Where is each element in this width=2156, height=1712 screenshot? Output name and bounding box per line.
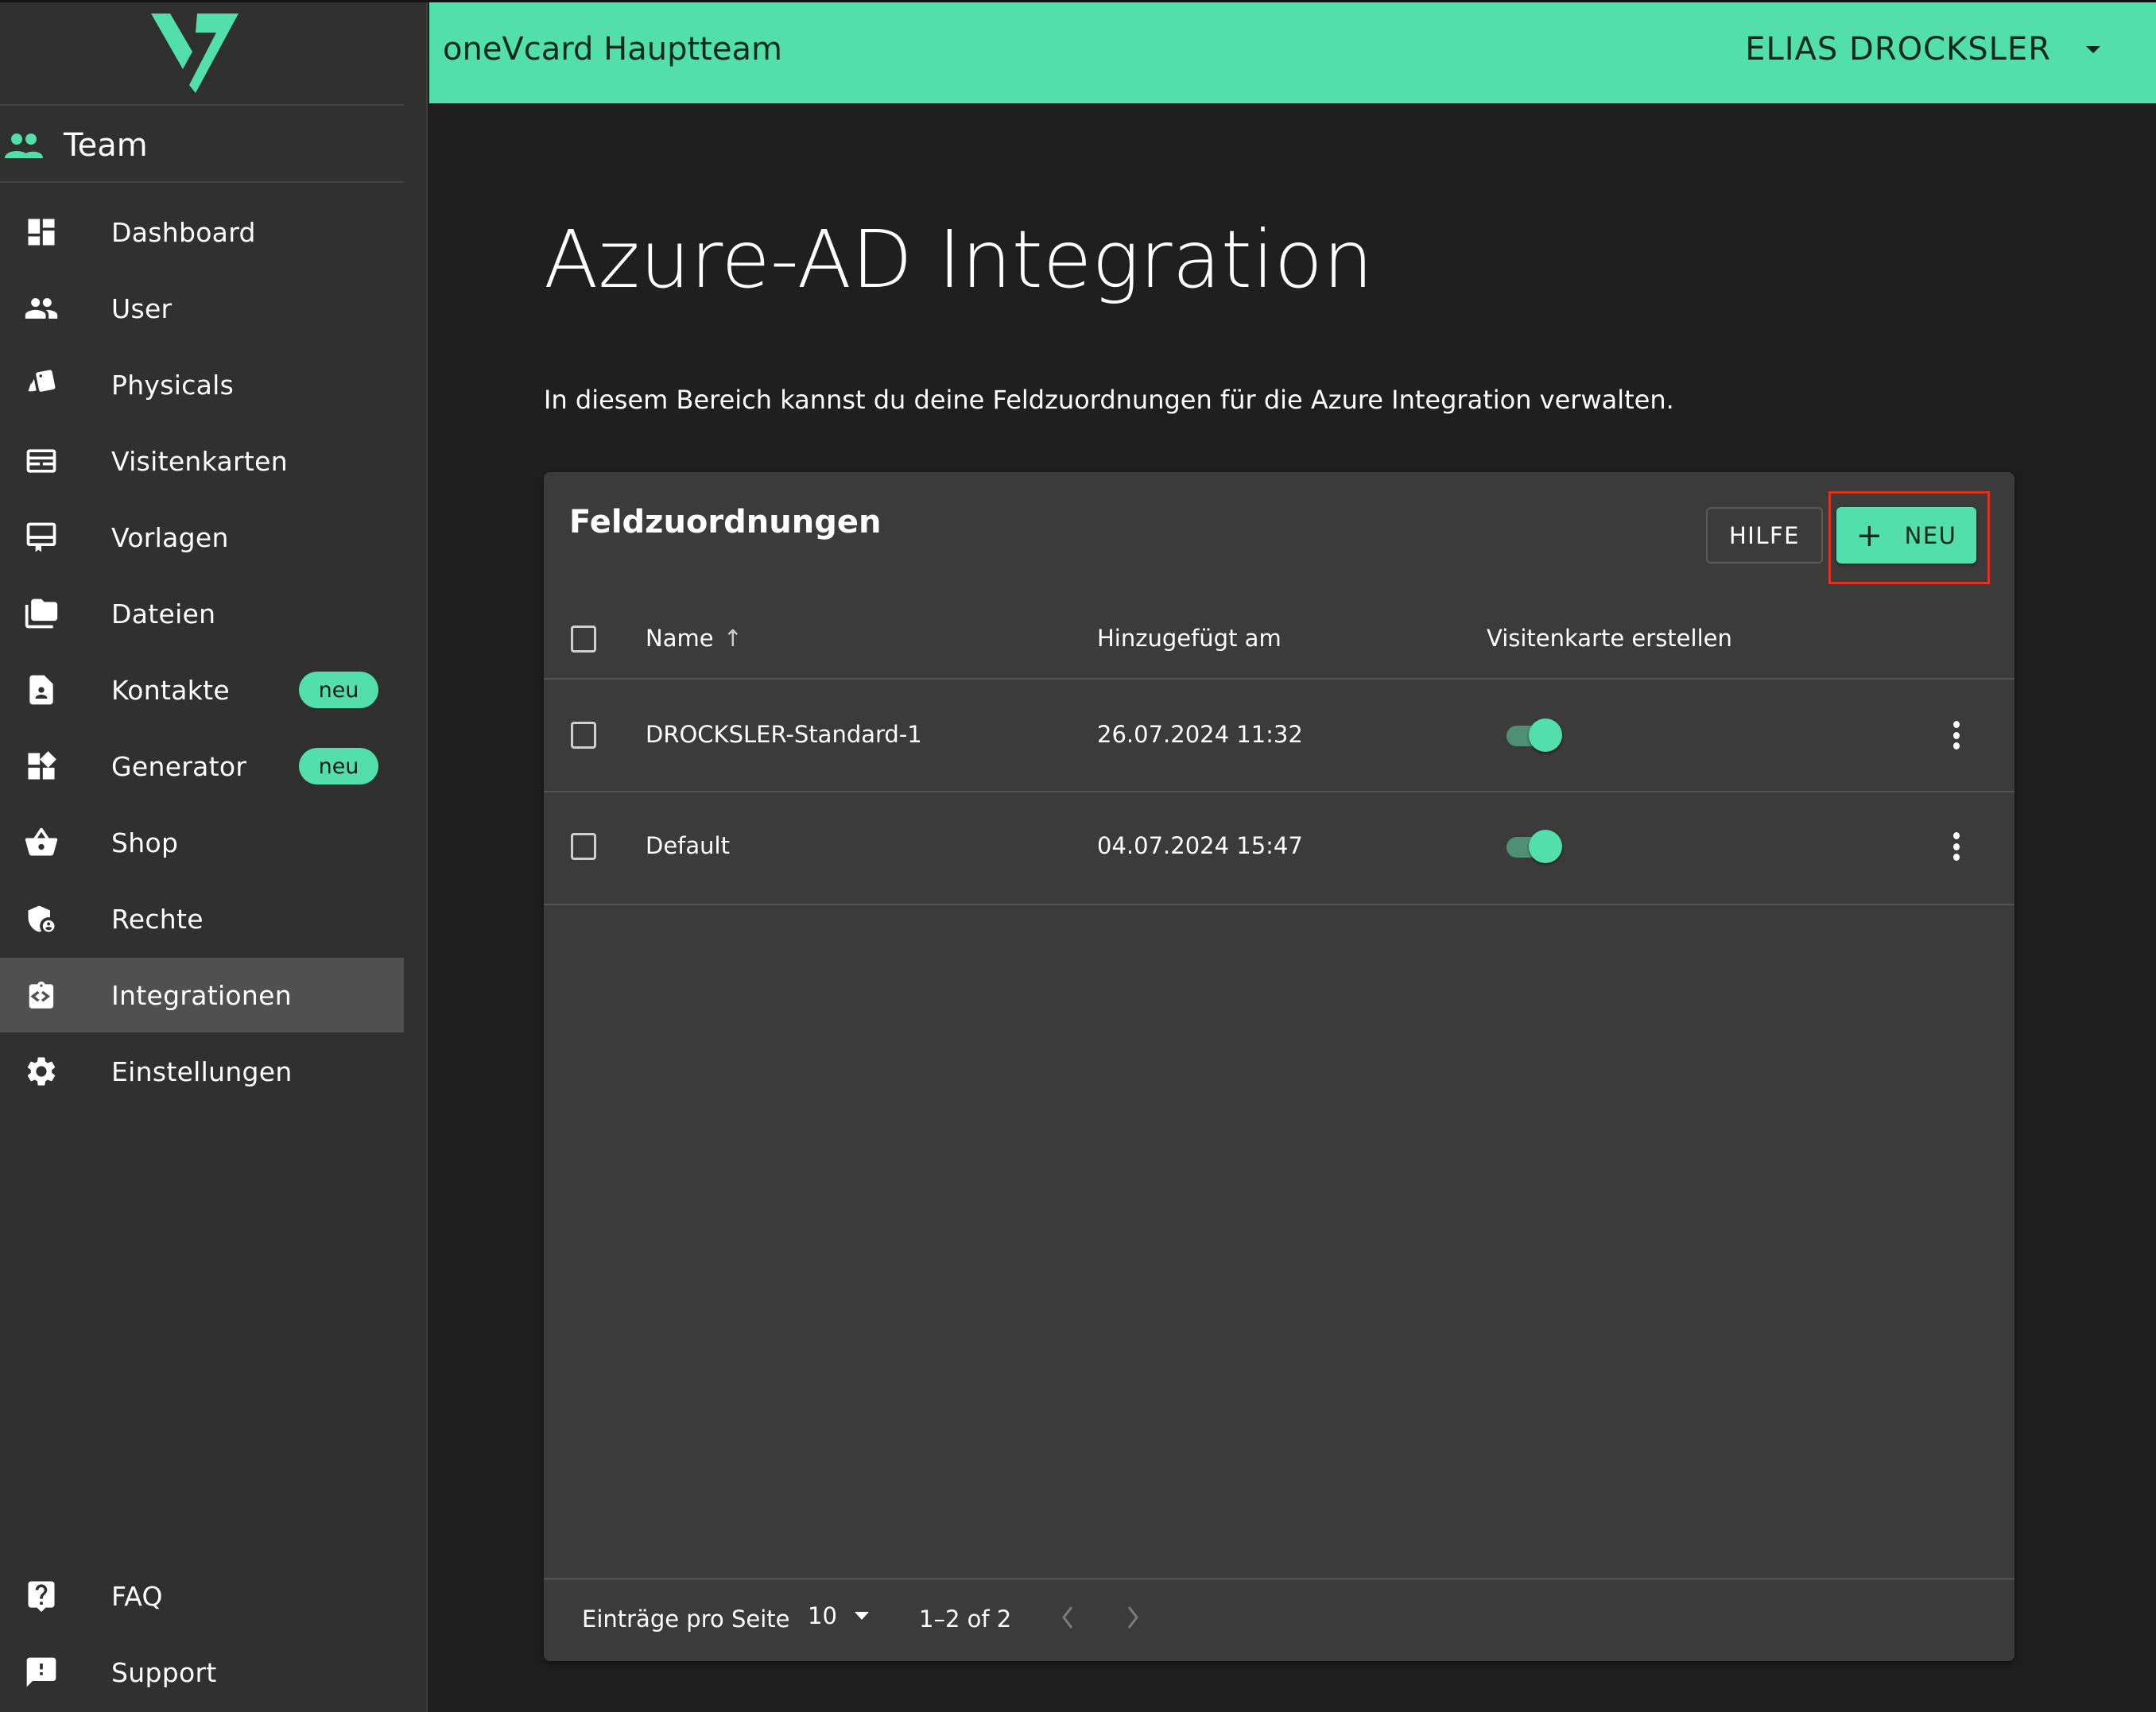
onevcard-logo-icon[interactable] <box>151 14 246 96</box>
chevron-right-icon <box>1127 1606 1138 1629</box>
sidebar-item-label: Generator <box>111 750 247 782</box>
sidebar-item-label: Support <box>111 1656 217 1688</box>
row-checkbox[interactable] <box>571 722 596 749</box>
table-row[interactable]: Default 04.07.2024 15:47 <box>544 792 2014 904</box>
template-icon <box>22 518 60 556</box>
pagination-range: 1–2 of 2 <box>919 1605 1012 1633</box>
sidebar-item-label: Kontakte <box>111 674 231 706</box>
rows-per-page-value: 10 <box>808 1602 837 1629</box>
field-mappings-card: Feldzuordnungen HILFE + NEU Name ↑ Hinzug… <box>544 472 2014 1661</box>
more-options-icon[interactable] <box>1945 718 1968 753</box>
column-header-name[interactable]: Name ↑ <box>646 625 743 652</box>
folders-icon <box>22 595 60 633</box>
mapping-date: 26.07.2024 11:32 <box>1097 721 1303 748</box>
rows-per-page-select[interactable]: 10 <box>808 1602 869 1629</box>
sidebar-item-einstellungen[interactable]: Einstellungen <box>0 1034 404 1109</box>
dashboard-icon <box>22 213 60 251</box>
basket-icon <box>22 823 60 862</box>
plus-icon: + <box>1855 517 1884 554</box>
previous-page-button[interactable] <box>1053 1599 1084 1636</box>
sidebar-item-label: Dashboard <box>111 216 256 248</box>
sidebar-item-shop[interactable]: Shop <box>0 805 404 880</box>
sidebar-item-label: Rechte <box>111 903 204 935</box>
sidebar-item-support[interactable]: Support <box>0 1635 404 1710</box>
shield-user-icon <box>22 900 60 938</box>
page-description: In diesem Bereich kannst du deine Feldzu… <box>544 385 1674 415</box>
mapping-date: 04.07.2024 15:47 <box>1097 832 1303 859</box>
business-card-icon <box>22 442 60 480</box>
table-header-row: Name ↑ Hinzugefügt am Visitenkarte erstel… <box>544 599 2014 679</box>
team-label: Team <box>64 127 148 164</box>
sidebar-item-vorlagen[interactable]: Vorlagen <box>0 500 404 575</box>
card-title: Feldzuordnungen <box>569 504 882 540</box>
new-badge: neu <box>299 672 378 708</box>
team-name: oneVcard Hauptteam <box>443 31 782 68</box>
team-selector[interactable]: Team <box>0 114 404 177</box>
sidebar-item-label: Dateien <box>111 598 216 629</box>
table-row[interactable]: DROCKSLER-Standard-1 26.07.2024 11:32 <box>544 680 2014 792</box>
sidebar-item-visitenkarten[interactable]: Visitenkarten <box>0 424 404 498</box>
pagination-bar: Einträge pro Seite 10 1–2 of 2 <box>544 1580 2014 1660</box>
toggle-thumb <box>1529 830 1562 863</box>
chevron-left-icon <box>1062 1606 1073 1629</box>
sidebar-divider <box>0 104 404 106</box>
mapping-name: Default <box>646 832 730 859</box>
sidebar-item-label: FAQ <box>111 1580 163 1612</box>
help-button[interactable]: HILFE <box>1706 507 1823 564</box>
user-name: ELIAS DROCKSLER <box>1745 31 2051 68</box>
sidebar-item-kontakte[interactable]: Kontakte neu <box>0 653 404 727</box>
column-header-added[interactable]: Hinzugefügt am <box>1097 625 1282 652</box>
sidebar-item-physicals[interactable]: Physicals <box>0 347 404 422</box>
sidebar-item-dashboard[interactable]: Dashboard <box>0 195 404 269</box>
sidebar-item-faq[interactable]: FAQ <box>0 1559 404 1633</box>
help-bubble-icon <box>22 1577 60 1615</box>
sidebar-item-label: Integrationen <box>111 979 292 1011</box>
page-title: Azure-AD Integration <box>544 213 1374 306</box>
column-header-create-card[interactable]: Visitenkarte erstellen <box>1487 625 1732 652</box>
select-all-checkbox[interactable] <box>571 626 596 653</box>
sidebar-item-label: User <box>111 292 173 324</box>
next-page-button[interactable] <box>1116 1599 1148 1636</box>
toggle-thumb <box>1529 718 1562 752</box>
sort-ascending-icon: ↑ <box>723 625 743 652</box>
sidebar-item-label: Einstellungen <box>111 1055 293 1087</box>
mapping-name: DROCKSLER-Standard-1 <box>646 721 922 748</box>
user-menu-button[interactable]: ELIAS DROCKSLER <box>1745 31 2100 68</box>
sidebar-item-label: Shop <box>111 827 179 858</box>
sidebar: Team Dashboard User Physicals Visitenkar… <box>0 2 428 1712</box>
caret-down-icon <box>854 1612 869 1620</box>
sidebar-item-label: Vorlagen <box>111 521 229 553</box>
cards-icon <box>22 366 60 404</box>
sidebar-item-generator[interactable]: Generator neu <box>0 729 404 804</box>
new-badge: neu <box>299 748 378 784</box>
row-checkbox[interactable] <box>571 833 596 860</box>
sidebar-item-integrationen[interactable]: Integrationen <box>0 958 404 1032</box>
rows-per-page-label: Einträge pro Seite <box>582 1605 790 1633</box>
team-icon <box>5 134 43 158</box>
create-card-toggle[interactable] <box>1505 830 1565 863</box>
widgets-icon <box>22 747 60 785</box>
sidebar-divider <box>0 181 404 183</box>
top-app-bar: oneVcard Hauptteam ELIAS DROCKSLER <box>429 2 2156 103</box>
sidebar-item-label: Physicals <box>111 369 235 401</box>
table-divider <box>544 904 2014 905</box>
sidebar-item-rechte[interactable]: Rechte <box>0 881 404 956</box>
caret-down-icon <box>2086 45 2100 53</box>
gear-icon <box>22 1052 60 1090</box>
new-button-label: NEU <box>1904 521 1957 549</box>
contact-file-icon <box>22 671 60 709</box>
feedback-icon <box>22 1653 60 1691</box>
sidebar-item-dateien[interactable]: Dateien <box>0 576 404 651</box>
sidebar-item-label: Visitenkarten <box>111 445 288 477</box>
users-icon <box>22 289 60 327</box>
create-card-toggle[interactable] <box>1505 718 1565 752</box>
sidebar-item-user[interactable]: User <box>0 271 404 346</box>
new-mapping-button[interactable]: + NEU <box>1836 507 1976 564</box>
integration-icon <box>22 976 60 1014</box>
more-options-icon[interactable] <box>1945 829 1968 864</box>
